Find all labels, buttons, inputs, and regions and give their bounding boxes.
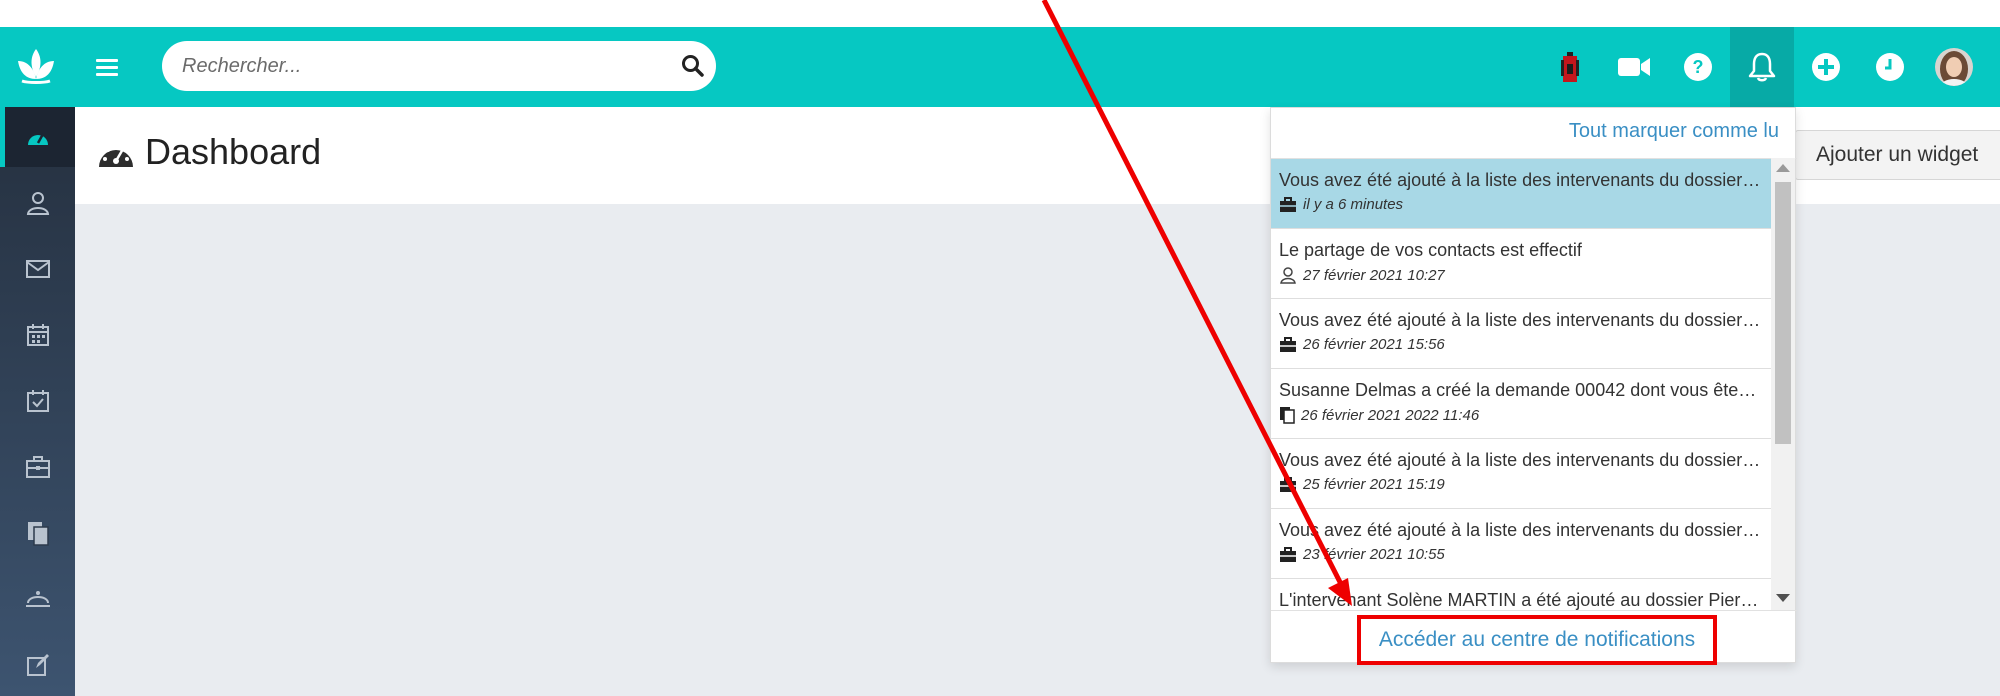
briefcase-icon [1280, 546, 1296, 562]
notification-time: 26 février 2021 15:56 [1303, 336, 1445, 353]
top-navbar: ? [0, 27, 2000, 107]
contacts-icon[interactable] [0, 173, 75, 233]
avatar[interactable] [1922, 27, 1986, 107]
search-box [162, 41, 716, 91]
screen: ? [0, 0, 2000, 696]
scroll-up-icon[interactable] [1776, 164, 1790, 172]
documents-icon[interactable] [0, 503, 75, 563]
bell-icon[interactable] [1730, 27, 1794, 107]
reception-icon[interactable] [0, 569, 75, 629]
edit-icon[interactable] [0, 635, 75, 695]
notification-time: 26 février 2021 2022 11:46 [1301, 406, 1480, 424]
notifications-dropdown: Tout marquer comme lu Vous avez été ajou… [1270, 107, 1797, 665]
calendar-icon[interactable] [0, 305, 75, 365]
search-input[interactable] [182, 41, 652, 91]
battery-icon[interactable] [1538, 27, 1602, 107]
notification-list: Vous avez été ajouté à la liste des inte… [1271, 158, 1797, 610]
logo-icon[interactable] [12, 43, 60, 91]
notification-time: 25 février 2021 15:19 [1303, 476, 1445, 493]
scroll-down-icon[interactable] [1776, 594, 1790, 602]
documents-icon [1280, 407, 1295, 424]
add-widget-button[interactable]: Ajouter un widget [1795, 130, 2000, 180]
notification-title: Le partage de vos contacts est effectif [1279, 240, 1582, 260]
notification-title: Vous avez été ajouté à la liste des inte… [1279, 520, 1761, 540]
mail-icon[interactable] [0, 239, 75, 299]
briefcase-icon[interactable] [0, 437, 75, 497]
notification-item[interactable]: Vous avez été ajouté à la liste des inte… [1271, 439, 1771, 509]
notification-title: Vous avez été ajouté à la liste des inte… [1279, 170, 1761, 190]
notification-footer: Accéder au centre de notifications [1271, 610, 1797, 665]
menu-icon[interactable] [96, 51, 118, 83]
page-title: Dashboard [145, 131, 322, 172]
notification-item[interactable]: Le partage de vos contacts est effectif … [1271, 229, 1771, 299]
notification-scrollbar[interactable] [1771, 158, 1795, 610]
notification-title: Vous avez été ajouté à la liste des inte… [1279, 310, 1761, 330]
contacts-icon [1280, 267, 1296, 284]
tasks-icon[interactable] [0, 371, 75, 431]
notification-time: il y a 6 minutes [1303, 196, 1404, 213]
notification-title: Susanne Delmas a créé la demande 00042 d… [1279, 380, 1757, 400]
notification-time: 27 février 2021 10:27 [1303, 266, 1445, 284]
clock-icon[interactable] [1858, 27, 1922, 107]
notification-item[interactable]: Vous avez été ajouté à la liste des inte… [1271, 159, 1771, 229]
notification-title: L'intervenant Solène MARTIN a été ajouté… [1279, 590, 1759, 610]
search-icon[interactable] [680, 53, 706, 79]
briefcase-icon [1280, 336, 1296, 352]
scroll-thumb[interactable] [1775, 182, 1791, 444]
plus-icon[interactable] [1794, 27, 1858, 107]
top-margin [0, 0, 2000, 27]
notification-title: Vous avez été ajouté à la liste des inte… [1279, 450, 1761, 470]
notification-time: 23 février 2021 10:55 [1303, 546, 1445, 563]
dashboard-icon[interactable] [0, 107, 75, 167]
notification-item[interactable]: Vous avez été ajouté à la liste des inte… [1271, 299, 1771, 369]
notification-item[interactable]: L'intervenant Solène MARTIN a été ajouté… [1271, 579, 1771, 610]
notification-item[interactable]: Susanne Delmas a créé la demande 00042 d… [1271, 369, 1771, 439]
svg-text:?: ? [1693, 57, 1704, 77]
dashboard-title-icon [97, 139, 135, 171]
sidebar [0, 107, 75, 696]
notification-center-link[interactable]: Accéder au centre de notifications [1357, 615, 1717, 665]
briefcase-icon [1280, 196, 1296, 212]
mark-all-read-link[interactable]: Tout marquer comme lu [1569, 120, 1779, 143]
briefcase-icon [1280, 476, 1296, 492]
help-icon[interactable]: ? [1666, 27, 1730, 107]
video-icon[interactable] [1602, 27, 1666, 107]
notification-item[interactable]: Vous avez été ajouté à la liste des inte… [1271, 509, 1771, 579]
